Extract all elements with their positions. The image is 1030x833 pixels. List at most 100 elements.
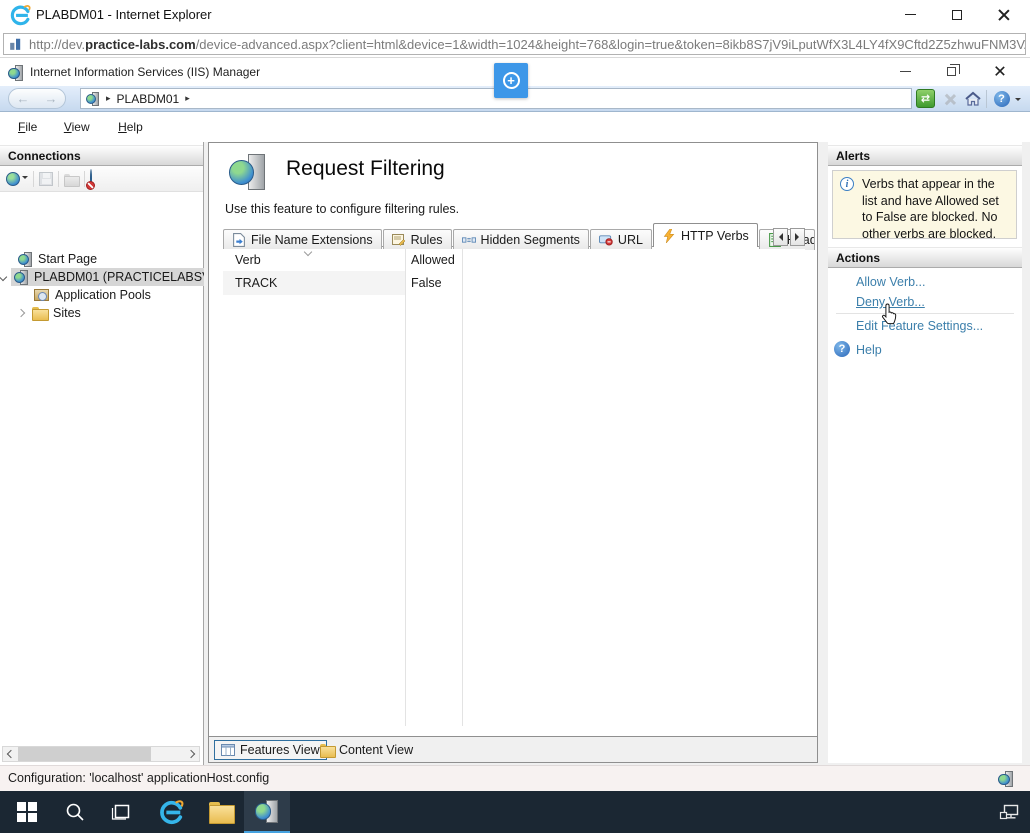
alerts-header: Alerts [828,145,1022,166]
file-extensions-icon [233,233,245,247]
divider [986,90,987,108]
workspace: Connections Start Page PLABDM01 (PRACTIC… [0,142,1030,765]
tree-item-label: Sites [53,306,81,320]
help-dropdown-button[interactable] [1012,88,1024,109]
divider [58,170,59,187]
alert-message: Verbs that appear in the list and have A… [862,177,999,241]
stop-button[interactable] [939,88,960,109]
ie-maximize-button[interactable] [940,0,974,29]
status-bar: Configuration: 'localhost' applicationHo… [0,765,1030,791]
server-icon [86,91,100,107]
deny-verb-link[interactable]: Deny Verb... [856,295,925,309]
breadcrumb-node[interactable]: PLABDM01 [117,92,180,106]
actions-header: Actions [828,247,1022,268]
iis-close-button[interactable] [983,58,1017,84]
restore-icon [946,63,960,76]
column-header-verb[interactable]: Verb [223,247,405,267]
ie-close-button[interactable] [987,0,1021,29]
column-header-allowed[interactable]: Allowed [405,253,462,267]
task-view-button[interactable] [98,791,144,833]
home-button[interactable] [962,88,983,109]
tab-label: Rules [410,233,443,247]
ie-minimize-button[interactable] [893,0,927,29]
tab-file-name-extensions[interactable]: File Name Extensions [223,229,382,250]
divider [836,313,1014,314]
iis-window-title: Internet Information Services (IIS) Mana… [30,65,261,79]
ie-logo-icon [160,800,184,825]
ie-titlebar: PLABDM01 - Internet Explorer [0,0,1030,30]
breadcrumb-arrow-icon[interactable]: ▸ [106,93,111,104]
help-link[interactable]: Help [856,343,882,357]
menu-item-help[interactable]: Help [118,120,143,134]
address-input[interactable]: http://dev. practice-labs.com/device-adva… [3,33,1026,55]
tree-item-label: Start Page [38,252,98,266]
tree-selection: PLABDM01 (PRACTICELABSV [11,268,204,286]
tree-item-server[interactable]: PLABDM01 (PRACTICELABSV [0,268,204,286]
url-icon [598,235,613,246]
taskbar-ie-button[interactable] [148,791,194,833]
scrollbar-thumb[interactable] [18,747,151,761]
feature-panel: Request Filtering Use this feature to co… [208,142,818,763]
connections-toolbar [0,166,203,192]
features-view-tab[interactable]: Features View [214,740,327,760]
file-explorer-icon [209,802,235,824]
url-path: /device-advanced.aspx?client=html&device… [195,36,1026,52]
tree-item-sites[interactable]: Sites [0,304,204,322]
tabs-scroll-right-button[interactable] [790,228,805,246]
tree-item-label: Application Pools [55,288,151,302]
triangle-left-icon [775,233,783,241]
tabs-scroll-left-button[interactable] [773,228,788,246]
ie-logo-icon [10,5,31,26]
iis-minimize-button[interactable] [888,58,922,84]
tree-item-label: PLABDM01 (PRACTICELABSV [34,270,204,284]
tab-url[interactable]: URL [589,229,652,250]
breadcrumb-arrow-icon[interactable]: ▸ [185,93,190,104]
connections-panel: Connections Start Page PLABDM01 (PRACTIC… [0,142,204,765]
delete-connection-button[interactable] [86,168,95,190]
menu-item-view[interactable]: View [64,120,90,134]
forward-button[interactable]: → [45,92,58,105]
start-button[interactable] [4,791,50,833]
column-label: Verb [235,253,261,267]
chevron-down-icon [1015,97,1021,104]
content-view-tab[interactable]: Content View [316,740,417,760]
allow-verb-link[interactable]: Allow Verb... [856,275,925,289]
expand-chevron-icon[interactable] [16,308,26,318]
table-row[interactable]: TRACK False [223,271,805,295]
edit-feature-settings-link[interactable]: Edit Feature Settings... [856,319,983,333]
tab-http-verbs[interactable]: HTTP Verbs [652,223,758,247]
view-tab-label: Features View [240,743,320,757]
feature-description: Use this feature to configure filtering … [225,202,460,216]
save-connections-button[interactable] [39,171,53,186]
horizontal-scrollbar[interactable] [2,746,200,762]
network-tray-icon[interactable] [992,791,1028,833]
http-verbs-icon [663,228,675,243]
tree-item-application-pools[interactable]: Application Pools [0,286,204,304]
view-tab-label: Content View [339,743,414,757]
home-icon [964,91,981,106]
help-button[interactable]: ? [991,88,1012,109]
back-button[interactable]: ← [17,92,30,105]
tab-hidden-segments[interactable]: Hidden Segments [452,229,589,250]
menu-item-file[interactable]: File [18,120,37,134]
create-connection-button[interactable] [6,171,28,186]
search-icon [66,803,84,821]
collapse-chevron-icon[interactable] [0,272,8,282]
taskbar-search-button[interactable] [52,791,98,833]
refresh-button[interactable]: ⇄ [915,88,936,109]
remove-badge-icon [86,180,95,190]
tab-rules[interactable]: Rules [382,229,452,250]
scroll-right-icon[interactable] [186,749,196,759]
iis-restore-button[interactable] [934,58,968,84]
taskbar-explorer-button[interactable] [198,791,244,833]
tree-item-start-page[interactable]: Start Page [0,250,204,268]
refresh-icon: ⇄ [916,89,935,108]
up-level-button[interactable] [64,173,80,188]
overlay-add-button[interactable]: + [494,63,528,98]
history-buttons: ← → [8,88,66,109]
help-icon: ? [993,90,1010,107]
column-label: Allowed [411,253,455,267]
taskbar-iis-button[interactable] [244,791,290,833]
scroll-left-icon[interactable] [6,749,16,759]
request-filtering-icon [229,153,267,191]
